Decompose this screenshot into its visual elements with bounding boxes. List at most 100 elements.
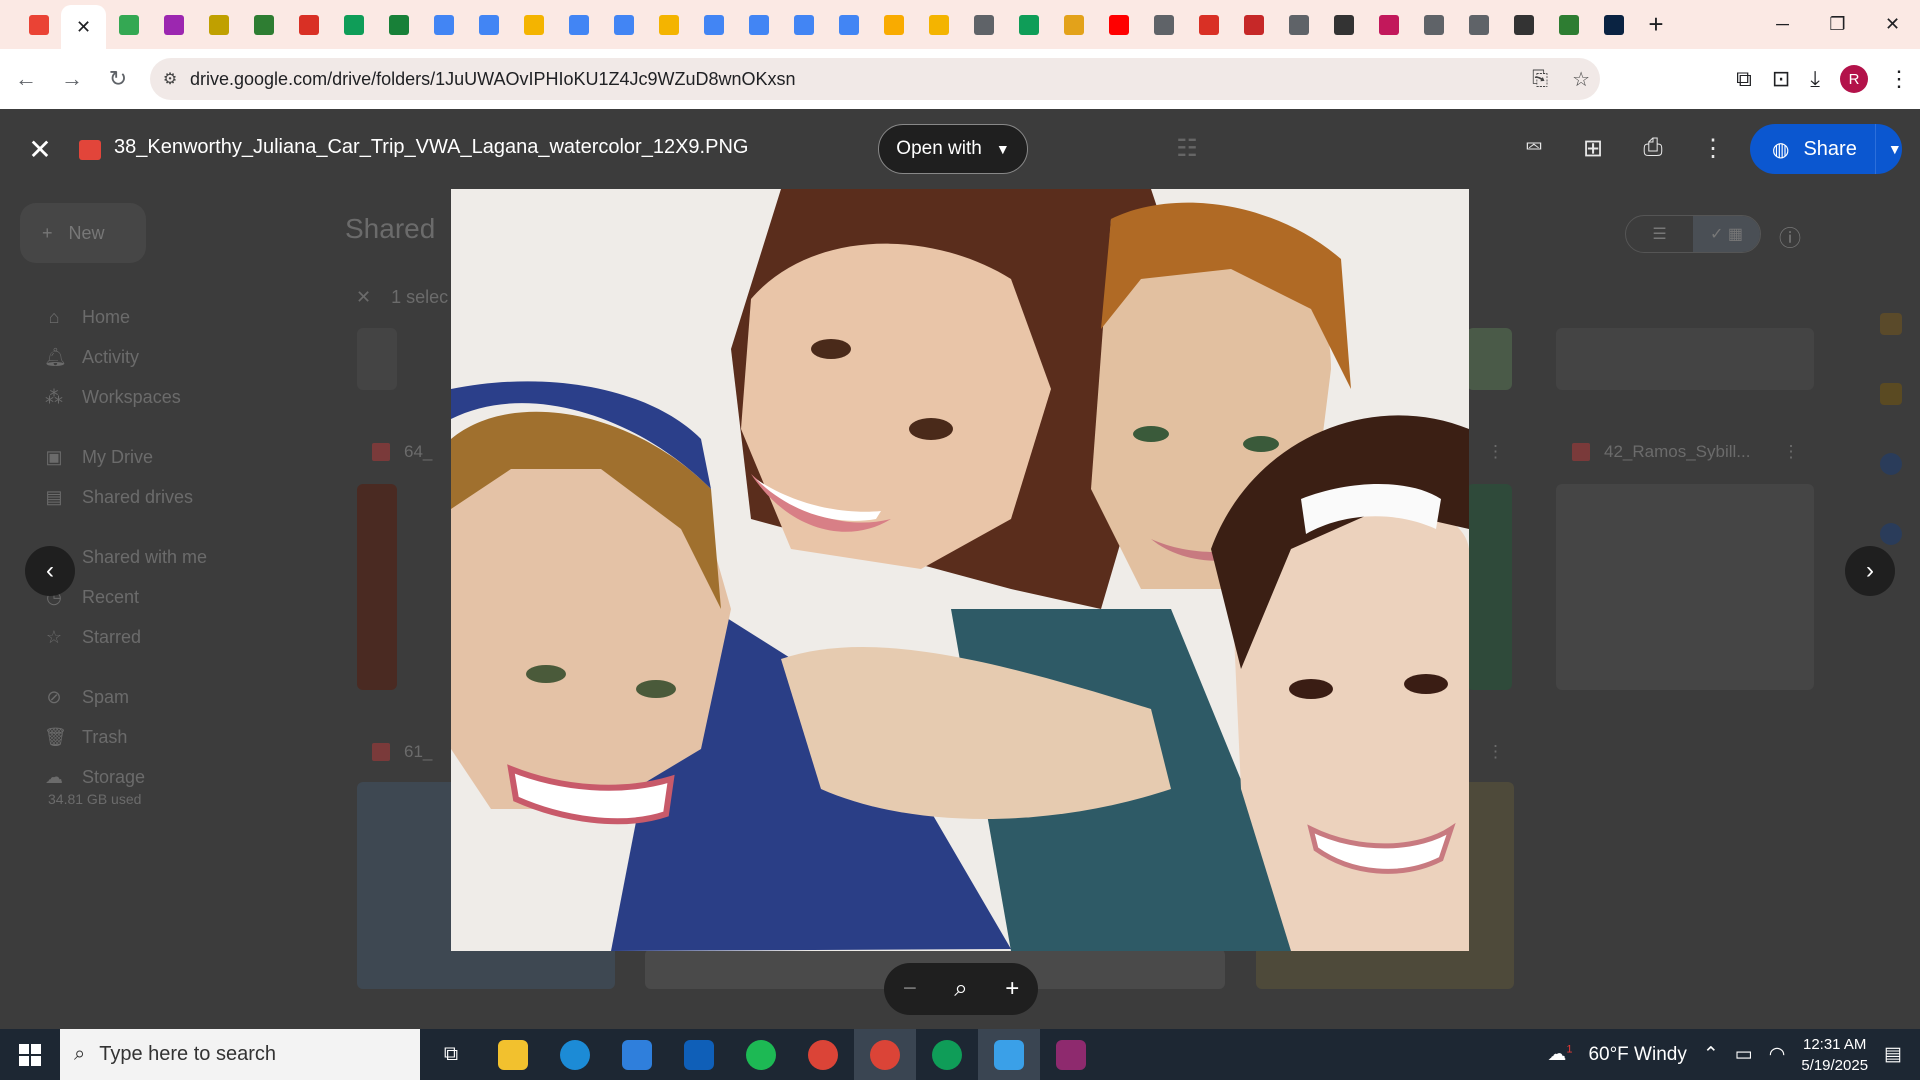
site-info-icon[interactable]: ⚙ — [150, 69, 190, 89]
sidebar-item-activity[interactable]: 🔔︎ Activity — [44, 347, 139, 368]
notifications-icon[interactable]: ▤ — [1884, 1043, 1902, 1066]
more-options-icon[interactable]: ⋮ — [1782, 442, 1799, 462]
browser-tab[interactable] — [1501, 5, 1546, 45]
browser-tab[interactable] — [331, 5, 376, 45]
browser-tab[interactable] — [961, 5, 1006, 45]
url-text[interactable]: drive.google.com/drive/folders/1JuUWAOvI… — [190, 69, 796, 90]
contacts-icon[interactable] — [1880, 523, 1902, 545]
browser-tab[interactable] — [1546, 5, 1591, 45]
weather-text[interactable]: 60°F Windy — [1588, 1044, 1686, 1066]
browser-tab[interactable] — [781, 5, 826, 45]
browser-tab[interactable] — [1411, 5, 1456, 45]
store-icon[interactable] — [606, 1029, 668, 1080]
browser-tab[interactable] — [826, 5, 871, 45]
download-icon[interactable]: ⤓ — [1810, 66, 1820, 92]
sidebar-item-my-drive[interactable]: ▣ My Drive — [44, 447, 153, 468]
file-thumbnail[interactable] — [357, 328, 397, 390]
install-app-icon[interactable]: ⎘ — [1532, 68, 1548, 91]
zoom-reset-icon[interactable]: ⌕ — [954, 975, 967, 1003]
file-card-label[interactable]: 61_ — [372, 742, 432, 762]
new-button[interactable]: + New — [20, 203, 146, 263]
browser-tab[interactable] — [1276, 5, 1321, 45]
file-thumbnail[interactable] — [1467, 484, 1512, 690]
clock[interactable]: 12:31 AM 5/19/2025 — [1801, 1034, 1868, 1076]
browser-tab[interactable] — [556, 5, 601, 45]
sidebar-item-spam[interactable]: ⊘ Spam — [44, 687, 129, 708]
next-file-button[interactable]: › — [1845, 546, 1895, 596]
browser-tab[interactable] — [106, 5, 151, 45]
browser-tab[interactable] — [196, 5, 241, 45]
windows-start-button[interactable] — [0, 1029, 60, 1080]
browser-tab[interactable] — [871, 5, 916, 45]
browser-tab[interactable] — [1456, 5, 1501, 45]
bookmark-star-icon[interactable]: ☆ — [1572, 67, 1590, 92]
browser-tab[interactable] — [421, 5, 466, 45]
browser-tab[interactable] — [1231, 5, 1276, 45]
browser-tab[interactable] — [1141, 5, 1186, 45]
back-icon[interactable]: ← — [6, 59, 46, 99]
file-thumbnail[interactable] — [1467, 328, 1512, 390]
weather-icon[interactable]: ☁1 — [1547, 1043, 1572, 1066]
close-viewer-icon[interactable]: ✕ — [22, 131, 58, 167]
sidebar-item-workspaces[interactable]: ⁂ Workspaces — [44, 387, 181, 408]
sidebar-item-home[interactable]: ⌂ Home — [44, 307, 130, 328]
browser-tab[interactable] — [1096, 5, 1141, 45]
browser-tab[interactable] — [511, 5, 556, 45]
sidebar-item-starred[interactable]: ☆ Starred — [44, 627, 141, 648]
keep-icon[interactable] — [1880, 383, 1902, 405]
list-view-icon[interactable]: ☰ — [1626, 216, 1693, 252]
file-explorer-icon[interactable] — [482, 1029, 544, 1080]
more-options-icon[interactable]: ⋮ — [1487, 442, 1504, 462]
browser-tab[interactable] — [646, 5, 691, 45]
browser-tab[interactable] — [916, 5, 961, 45]
tab-search-icon[interactable]: ⊡ — [1772, 66, 1790, 92]
close-window-button[interactable]: ✕ — [1865, 0, 1920, 49]
taskbar-search-box[interactable]: ⌕ Type here to search — [60, 1029, 420, 1080]
browser-tab[interactable] — [1051, 5, 1096, 45]
chrome-v-icon[interactable] — [916, 1029, 978, 1080]
share-button[interactable]: ◍ Share ▼ — [1750, 124, 1902, 174]
wifi-icon[interactable]: ◠ — [1769, 1043, 1786, 1066]
extensions-icon[interactable]: ⧉ — [1736, 66, 1752, 92]
previous-file-button[interactable]: ‹ — [25, 546, 75, 596]
browser-tab[interactable] — [1321, 5, 1366, 45]
chrome-profile-icon[interactable] — [792, 1029, 854, 1080]
print-icon[interactable]: ⎙ — [1638, 134, 1668, 162]
chrome-active-icon[interactable] — [854, 1029, 916, 1080]
browser-tab[interactable] — [16, 5, 61, 45]
browser-tab[interactable] — [376, 5, 421, 45]
reload-icon[interactable]: ↻ — [98, 59, 138, 99]
forward-icon[interactable]: → — [52, 59, 92, 99]
profile-avatar[interactable]: R — [1840, 65, 1868, 93]
photos-icon[interactable] — [978, 1029, 1040, 1080]
browser-menu-icon[interactable]: ⋮ — [1888, 66, 1910, 92]
browser-tab[interactable] — [241, 5, 286, 45]
file-thumbnail[interactable] — [1556, 328, 1814, 390]
edge-icon[interactable] — [544, 1029, 606, 1080]
browser-tab[interactable] — [691, 5, 736, 45]
file-thumbnail[interactable] — [357, 484, 397, 690]
share-dropdown-icon[interactable]: ▼ — [1888, 141, 1902, 157]
file-thumbnail[interactable] — [1556, 484, 1814, 690]
spotify-icon[interactable] — [730, 1029, 792, 1080]
info-icon[interactable]: ⓘ — [1779, 221, 1801, 253]
maximize-button[interactable]: ❐ — [1810, 0, 1865, 49]
browser-tab[interactable] — [1186, 5, 1231, 45]
move-to-icon[interactable]: ⮹ — [1519, 134, 1549, 162]
more-actions-icon[interactable]: ⋮ — [1698, 134, 1728, 163]
sidebar-item-storage[interactable]: ☁ Storage — [44, 767, 145, 788]
browser-tab[interactable] — [466, 5, 511, 45]
browser-tab[interactable] — [736, 5, 781, 45]
grid-view-icon[interactable]: ✓ ▦ — [1693, 216, 1760, 252]
sidebar-item-trash[interactable]: 🗑︎ Trash — [44, 727, 127, 748]
battery-icon[interactable]: ▭ — [1735, 1043, 1753, 1066]
browser-tab[interactable] — [1366, 5, 1411, 45]
browser-tab[interactable] — [151, 5, 196, 45]
omnibox[interactable]: ⚙ drive.google.com/drive/folders/1JuUWAO… — [150, 58, 1600, 100]
close-tab-icon[interactable]: ✕ — [76, 17, 91, 38]
active-tab[interactable]: ✕ — [61, 5, 106, 49]
deselect-icon[interactable]: ✕ — [356, 287, 371, 307]
zoom-out-icon[interactable]: − — [903, 975, 917, 1003]
view-toggle[interactable]: ☰ ✓ ▦ — [1625, 215, 1761, 253]
sidebar-item-shared-drives[interactable]: ▤ Shared drives — [44, 487, 193, 508]
